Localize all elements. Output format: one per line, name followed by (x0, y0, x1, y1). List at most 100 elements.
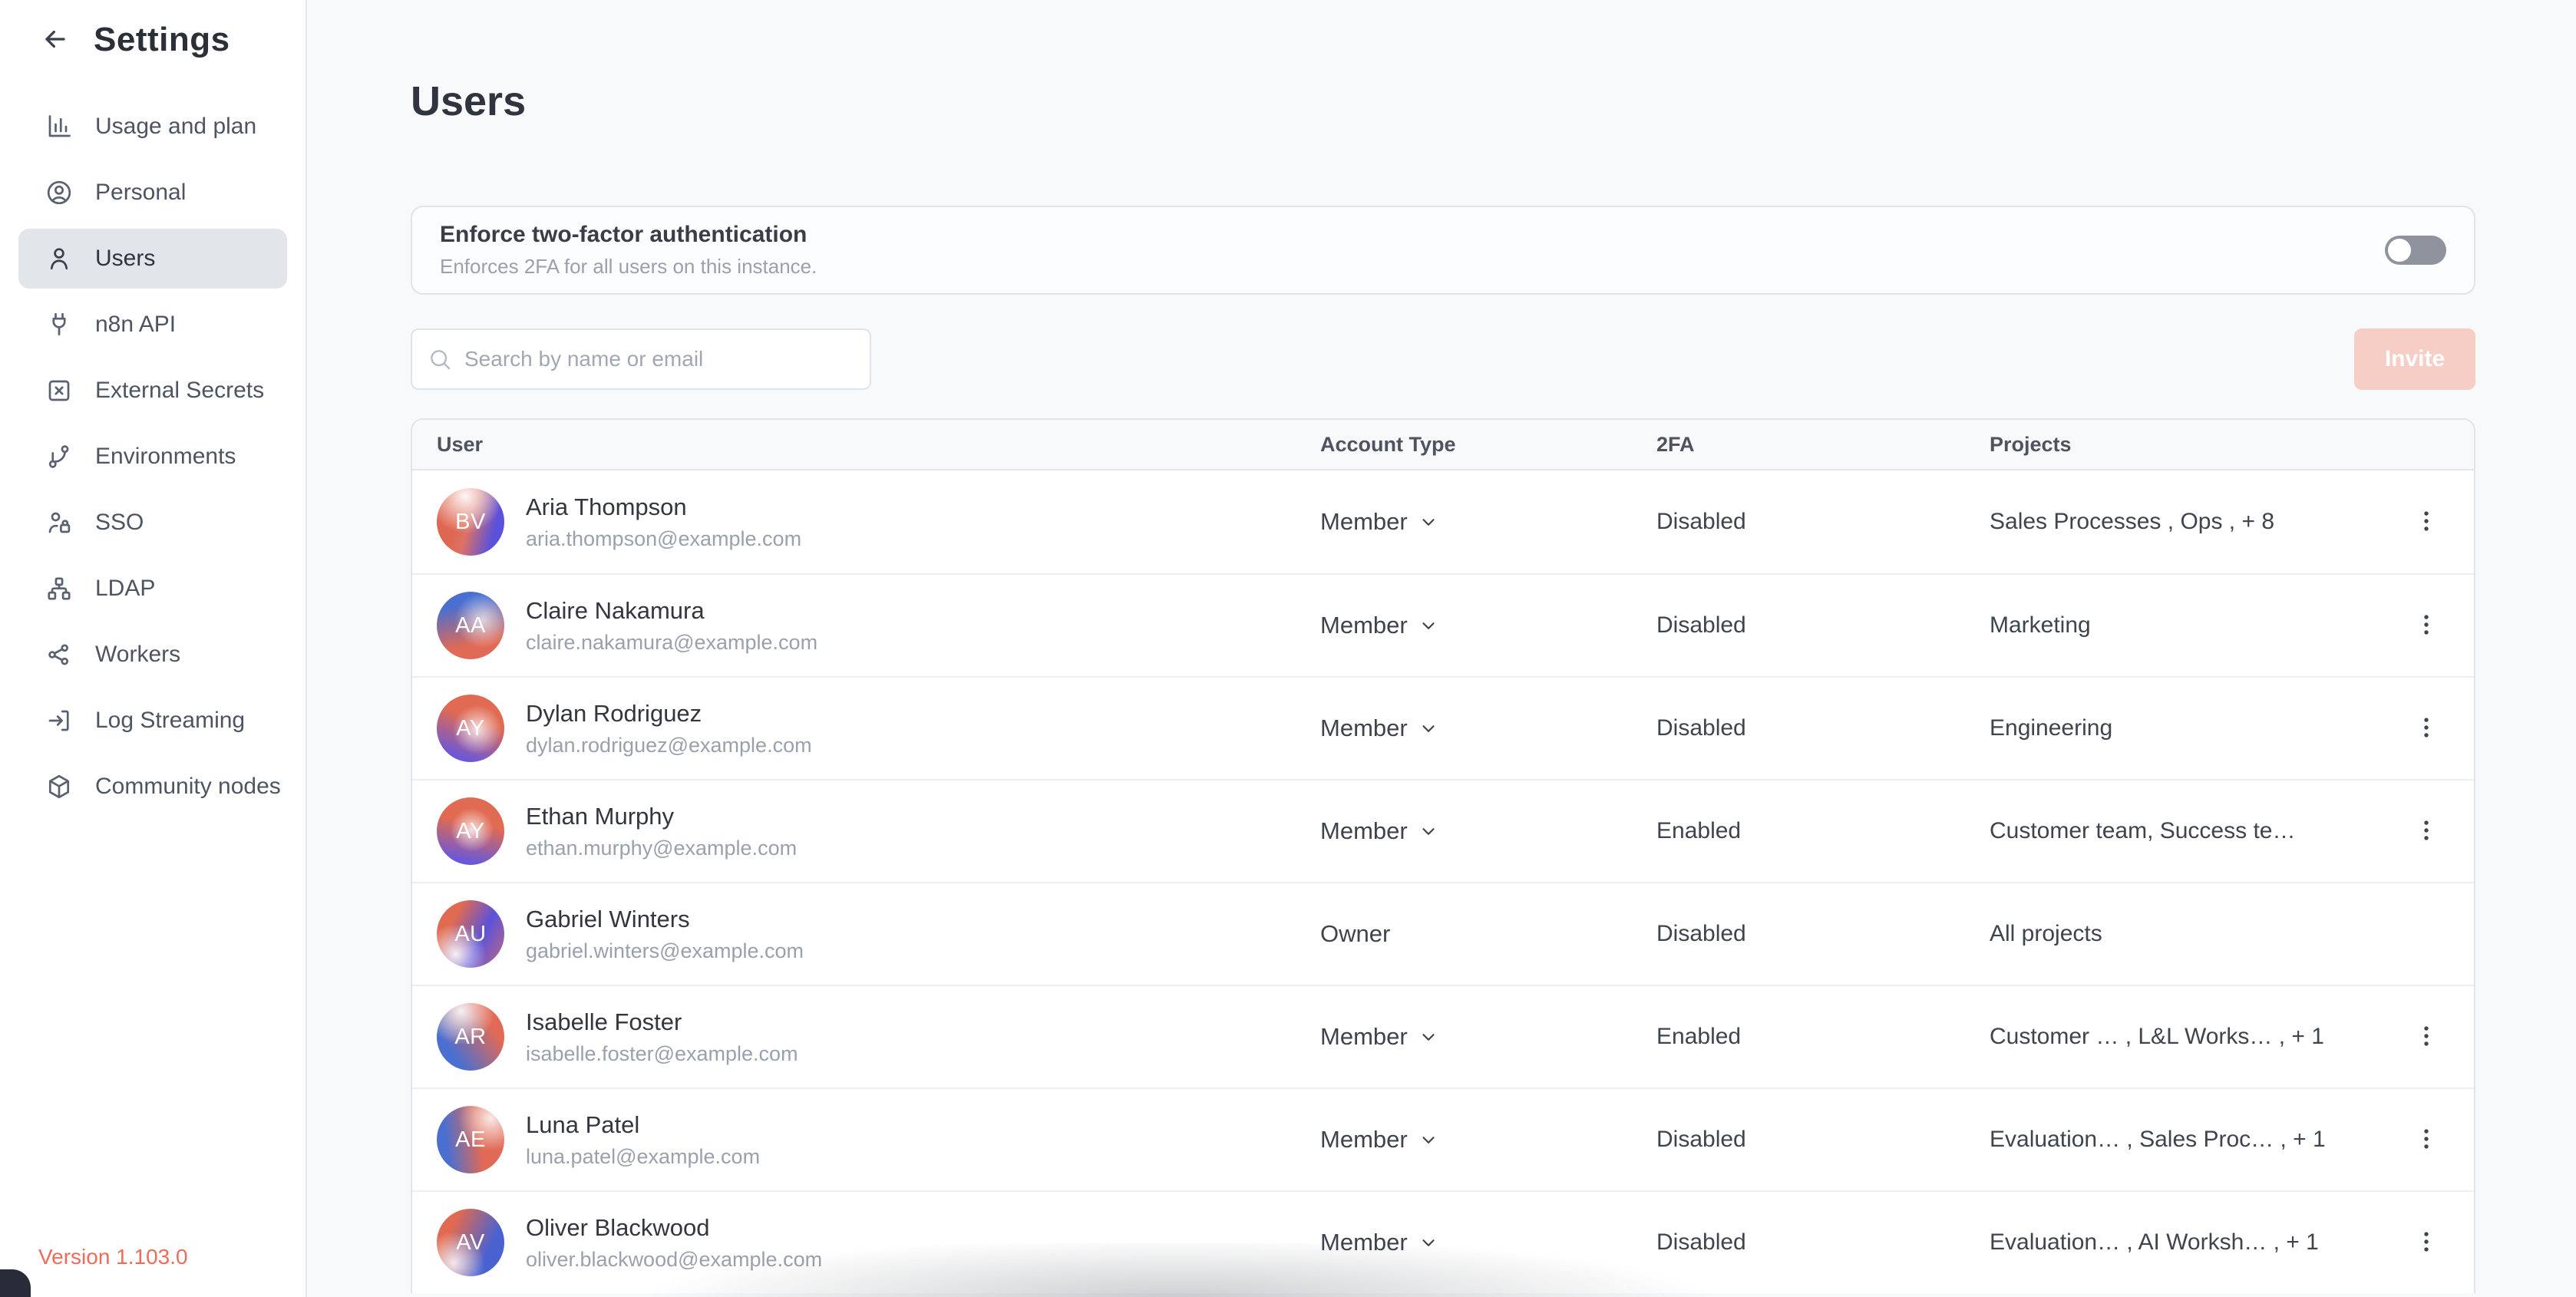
account-type-label: Owner (1320, 920, 1390, 948)
avatar: AY (437, 797, 504, 865)
log-in-icon (45, 706, 74, 735)
sidebar-header: Settings (0, 0, 305, 80)
sidebar-item-users[interactable]: Users (18, 229, 287, 289)
projects-list: Evaluation… , Sales Proc… , + 1 (1990, 1127, 2365, 1153)
row-actions-button[interactable] (2403, 1117, 2449, 1163)
table-row: AU Gabriel Winters gabriel.winters@examp… (412, 882, 2474, 985)
two-fa-status: Disabled (1656, 715, 1990, 741)
sidebar-item-label: n8n API (95, 312, 176, 338)
sidebar-item-log-streaming[interactable]: Log Streaming (18, 691, 287, 751)
page-title: Users (411, 77, 2475, 126)
two-fa-status: Disabled (1656, 1229, 1990, 1256)
sidebar-item-personal[interactable]: Personal (18, 163, 287, 223)
avatar: AR (437, 1003, 504, 1071)
user-cell: AE Luna Patel luna.patel@example.com (437, 1106, 1320, 1173)
two-factor-toggle[interactable] (2385, 236, 2446, 265)
sidebar-item-ldap[interactable]: LDAP (18, 559, 287, 619)
sidebar-item-label: Community nodes (95, 774, 281, 800)
account-type-dropdown[interactable]: Member (1320, 1023, 1438, 1051)
avatar: AY (437, 695, 504, 762)
chevron-down-icon (1418, 615, 1438, 635)
row-actions-button[interactable] (2403, 705, 2449, 751)
kebab-icon (2413, 715, 2439, 743)
sidebar-item-sso[interactable]: SSO (18, 493, 287, 553)
chart-column-icon (45, 112, 74, 141)
account-type-dropdown[interactable]: Member (1320, 817, 1438, 845)
sidebar-item-label: Users (95, 246, 155, 272)
user-cell: AV Oliver Blackwood oliver.blackwood@exa… (437, 1209, 1320, 1276)
sidebar-item-label: Usage and plan (95, 114, 256, 140)
sidebar-item-label: External Secrets (95, 378, 264, 404)
table-row: AA Claire Nakamura claire.nakamura@examp… (412, 573, 2474, 676)
avatar: AA (437, 592, 504, 659)
two-fa-status: Enabled (1656, 818, 1990, 844)
user-name: Luna Patel (526, 1111, 760, 1139)
row-actions-button[interactable] (2403, 499, 2449, 545)
user-cell: AR Isabelle Foster isabelle.foster@examp… (437, 1003, 1320, 1071)
two-fa-status: Disabled (1656, 1127, 1990, 1153)
sidebar-item-environments[interactable]: Environments (18, 427, 287, 487)
account-type-dropdown[interactable]: Member (1320, 1126, 1438, 1153)
table-row: AV Oliver Blackwood oliver.blackwood@exa… (412, 1190, 2474, 1293)
user-cell: AY Ethan Murphy ethan.murphy@example.com (437, 797, 1320, 865)
projects-list: Marketing (1990, 612, 2365, 639)
user-email: claire.nakamura@example.com (526, 631, 817, 655)
sidebar-item-label: SSO (95, 510, 144, 536)
user-email: luna.patel@example.com (526, 1145, 760, 1169)
avatar: AU (437, 900, 504, 968)
chevron-down-icon (1418, 512, 1438, 532)
user-cell: AU Gabriel Winters gabriel.winters@examp… (437, 900, 1320, 968)
table-body: BV Aria Thompson aria.thompson@example.c… (412, 470, 2474, 1293)
sidebar-item-community-nodes[interactable]: Community nodes (18, 757, 287, 817)
two-fa-status: Disabled (1656, 509, 1990, 535)
account-type-dropdown[interactable]: Member (1320, 508, 1438, 536)
user-name: Oliver Blackwood (526, 1214, 822, 1242)
sidebar-item-workers[interactable]: Workers (18, 625, 287, 685)
sidebar-title: Settings (94, 21, 230, 59)
two-factor-title: Enforce two-factor authentication (440, 222, 817, 248)
two-factor-subtitle: Enforces 2FA for all users on this insta… (440, 255, 817, 279)
chevron-down-icon (1418, 718, 1438, 738)
git-branch-icon (45, 442, 74, 471)
sidebar-item-n8n-api[interactable]: n8n API (18, 295, 287, 355)
row-actions-button[interactable] (2403, 808, 2449, 854)
user-email: isabelle.foster@example.com (526, 1042, 798, 1066)
chevron-down-icon (1418, 1027, 1438, 1047)
user-email: aria.thompson@example.com (526, 527, 801, 551)
account-type-dropdown[interactable]: Member (1320, 612, 1438, 639)
plug-icon (45, 310, 74, 339)
users-table: User Account Type 2FA Projects BV Aria T… (411, 418, 2475, 1293)
sidebar-item-external-secrets[interactable]: External Secrets (18, 361, 287, 421)
sidebar-item-usage-and-plan[interactable]: Usage and plan (18, 97, 287, 157)
table-row: AY Ethan Murphy ethan.murphy@example.com… (412, 779, 2474, 882)
user-cell: BV Aria Thompson aria.thompson@example.c… (437, 488, 1320, 556)
avatar: AE (437, 1106, 504, 1173)
user-name: Dylan Rodriguez (526, 700, 812, 728)
back-button[interactable] (38, 23, 72, 57)
avatar: BV (437, 488, 504, 556)
row-actions-button[interactable] (2403, 602, 2449, 648)
column-header-2fa: 2FA (1656, 433, 1990, 457)
user-name: Aria Thompson (526, 493, 801, 521)
projects-list: Customer … , L&L Works… , + 1 (1990, 1024, 2365, 1050)
chevron-down-icon (1418, 821, 1438, 841)
user-circle-icon (45, 178, 74, 207)
row-actions-button[interactable] (2403, 1014, 2449, 1060)
invite-button[interactable]: Invite (2354, 328, 2475, 390)
projects-list: Customer team, Success te… (1990, 818, 2365, 844)
user-cell: AY Dylan Rodriguez dylan.rodriguez@examp… (437, 695, 1320, 762)
row-actions-button[interactable] (2403, 1219, 2449, 1266)
cube-icon (45, 772, 74, 801)
user-name: Isabelle Foster (526, 1008, 798, 1036)
avatar: AV (437, 1209, 504, 1276)
table-row: AY Dylan Rodriguez dylan.rodriguez@examp… (412, 676, 2474, 779)
sidebar-item-label: Personal (95, 180, 186, 206)
account-type-dropdown[interactable]: Member (1320, 1229, 1438, 1256)
kebab-icon (2413, 1023, 2439, 1051)
user-email: oliver.blackwood@example.com (526, 1248, 822, 1272)
toggle-knob (2388, 239, 2411, 262)
account-type-dropdown[interactable]: Member (1320, 715, 1438, 742)
search-input[interactable] (411, 328, 871, 390)
user-cell: AA Claire Nakamura claire.nakamura@examp… (437, 592, 1320, 659)
two-fa-status: Enabled (1656, 1024, 1990, 1050)
